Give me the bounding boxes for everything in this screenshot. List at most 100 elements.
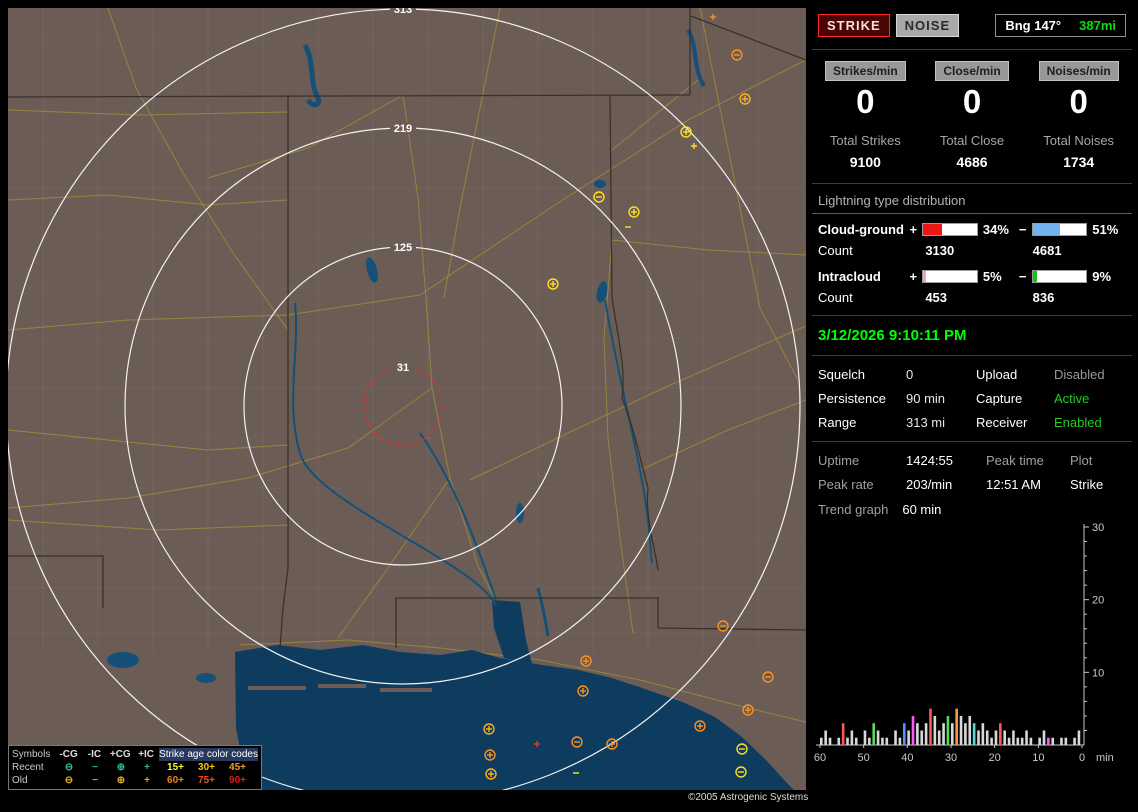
cloud-ground-label: Cloud-ground — [818, 222, 907, 237]
cg-minus-pct: 51% — [1092, 222, 1126, 237]
legend-recent-row: Recent ⊖ − ⊕ + 15+ 30+ 45+ — [12, 761, 258, 774]
pos-cg-old-icon: ⊕ — [108, 774, 134, 787]
rate-counters: Strikes/min 0 Total Strikes 9100 Close/m… — [812, 53, 1132, 180]
plot-value: Strike — [1070, 477, 1126, 492]
cg-plus-bar — [922, 223, 978, 236]
intracloud-count-row: Count 453 836 — [812, 288, 1132, 312]
receiver-label: Receiver — [976, 415, 1054, 430]
cg-minus-count: 4681 — [1019, 243, 1126, 258]
total-strikes-value: 9100 — [812, 154, 919, 180]
neg-ic-recent-icon: − — [82, 761, 108, 774]
count-label: Count — [818, 243, 911, 258]
legend-col-pos-ic: +IC — [133, 748, 159, 761]
copyright-text: ©2005 Astrogenic Systems — [688, 792, 808, 803]
pos-ic-old-icon: + — [134, 774, 160, 787]
trend-graph-header: Trend graph 60 min — [812, 494, 1132, 517]
receiver-value: Enabled — [1054, 415, 1124, 430]
legend-recent-label: Recent — [12, 761, 56, 774]
legend-col-neg-cg: -CG — [56, 748, 82, 761]
age-60: 60+ — [160, 774, 191, 787]
minus-sign: − — [1017, 269, 1029, 284]
peak-time-label: Peak time — [986, 453, 1070, 468]
cloud-ground-row: Cloud-ground + 34% − 51% — [812, 218, 1132, 241]
svg-text:0: 0 — [1079, 752, 1085, 764]
map-canvas: 31321912531 — [8, 8, 806, 790]
neg-ic-old-icon: − — [82, 774, 108, 787]
neg-cg-old-icon: ⊖ — [56, 774, 82, 787]
capture-value: Active — [1054, 391, 1124, 406]
plus-sign: + — [907, 269, 919, 284]
total-close-value: 4686 — [919, 154, 1026, 180]
svg-text:20: 20 — [1092, 595, 1104, 607]
distance-value: 387mi — [1079, 18, 1116, 33]
datetime-display: 3/12/2026 9:10:11 PM — [812, 319, 1132, 352]
ic-plus-count: 453 — [911, 290, 1018, 305]
squelch-label: Squelch — [818, 367, 906, 382]
capture-label: Capture — [976, 391, 1054, 406]
uptime-label: Uptime — [818, 453, 906, 468]
peak-time-value: 12:51 AM — [986, 477, 1070, 492]
cg-minus-bar — [1032, 223, 1088, 236]
intracloud-row: Intracloud + 5% − 9% — [812, 265, 1132, 288]
legend-old-row: Old ⊖ − ⊕ + 60+ 75+ 90+ — [12, 774, 258, 787]
svg-text:30: 30 — [1092, 522, 1104, 534]
ic-minus-count: 836 — [1019, 290, 1126, 305]
intracloud-label: Intracloud — [818, 269, 907, 284]
divider — [812, 355, 1132, 356]
svg-text:min: min — [1096, 752, 1114, 764]
svg-text:20: 20 — [989, 752, 1001, 764]
settings-grid: Squelch 0 Upload Disabled Persistence 90… — [812, 359, 1132, 438]
range-value: 313 mi — [906, 415, 976, 430]
ic-plus-pct: 5% — [983, 269, 1017, 284]
squelch-value: 0 — [906, 367, 976, 382]
strikes-per-min-button[interactable]: Strikes/min — [825, 61, 906, 81]
svg-text:31: 31 — [397, 362, 409, 374]
upload-label: Upload — [976, 367, 1054, 382]
lightning-map[interactable]: 31321912531 Symbols -CG -IC +CG +IC Stri… — [8, 8, 806, 790]
legend-symbols-title: Symbols — [12, 748, 56, 761]
legend-age-title: Strike age color codes — [159, 748, 258, 761]
pos-cg-recent-icon: ⊕ — [108, 761, 134, 774]
age-90: 90+ — [222, 774, 253, 787]
total-strikes-label: Total Strikes — [812, 133, 919, 148]
svg-text:40: 40 — [901, 752, 913, 764]
svg-text:30: 30 — [945, 752, 957, 764]
noises-per-min-value: 0 — [1025, 83, 1132, 121]
age-75: 75+ — [191, 774, 222, 787]
plus-sign: + — [907, 222, 919, 237]
trend-window-value: 60 min — [902, 502, 941, 517]
persistence-value: 90 min — [906, 391, 976, 406]
ic-minus-pct: 9% — [1092, 269, 1126, 284]
divider — [812, 315, 1132, 316]
peak-rate-label: Peak rate — [818, 477, 906, 492]
uptime-value: 1424:55 — [906, 453, 986, 468]
close-counter: Close/min 0 Total Close 4686 — [919, 61, 1026, 180]
legend-col-pos-cg: +CG — [107, 748, 133, 761]
svg-text:10: 10 — [1092, 667, 1104, 679]
noise-indicator-button[interactable]: NOISE — [896, 14, 959, 37]
distribution-title: Lightning type distribution — [812, 187, 1132, 214]
bearing-distance-box: Bng 147° 387mi — [995, 14, 1126, 37]
stats-grid: Uptime 1424:55 Peak time Plot Peak rate … — [812, 445, 1132, 494]
divider — [812, 49, 1132, 50]
total-noises-value: 1734 — [1025, 154, 1132, 180]
total-close-label: Total Close — [919, 133, 1026, 148]
trend-graph-label: Trend graph — [818, 502, 888, 517]
bearing-value: Bng 147° — [1005, 18, 1061, 33]
ic-minus-bar — [1032, 270, 1088, 283]
legend-old-label: Old — [12, 774, 56, 787]
trend-graph-chart: 1020306050403020100min — [812, 519, 1128, 771]
divider — [812, 441, 1132, 442]
close-per-min-button[interactable]: Close/min — [935, 61, 1008, 81]
count-label: Count — [818, 290, 911, 305]
strike-indicator-button[interactable]: STRIKE — [818, 14, 890, 37]
persistence-label: Persistence — [818, 391, 906, 406]
age-15: 15+ — [160, 761, 191, 774]
ic-plus-bar — [922, 270, 978, 283]
noises-per-min-button[interactable]: Noises/min — [1039, 61, 1119, 81]
cg-plus-count: 3130 — [911, 243, 1018, 258]
range-label: Range — [818, 415, 906, 430]
legend-col-neg-ic: -IC — [82, 748, 108, 761]
plot-label: Plot — [1070, 453, 1126, 468]
age-45: 45+ — [222, 761, 253, 774]
